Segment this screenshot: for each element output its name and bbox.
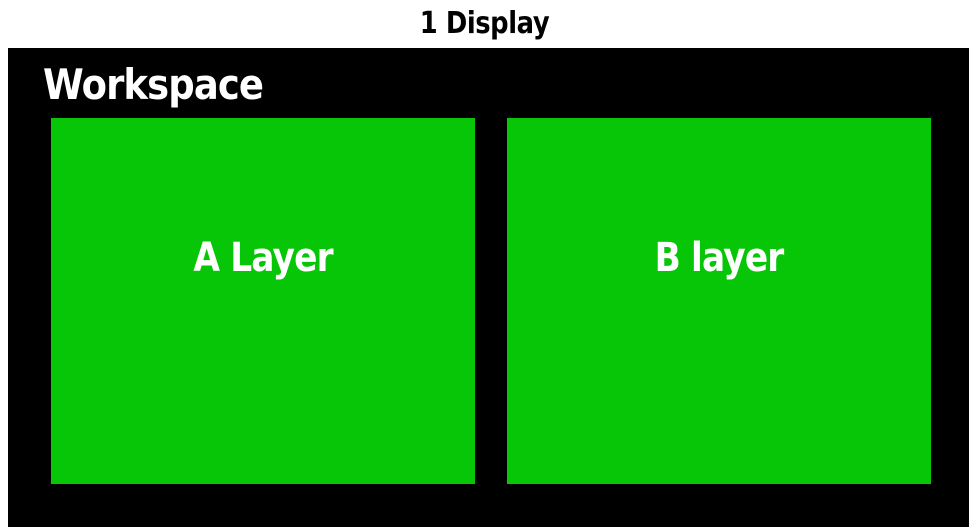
- display-title: 1 Display: [419, 6, 550, 41]
- layer-a-label: A Layer: [193, 235, 333, 281]
- diagram-canvas: 1 Display Workspace A Layer B layer: [0, 0, 969, 527]
- layer-b-label: B layer: [654, 235, 785, 281]
- workspace-label: Workspace: [43, 60, 264, 109]
- layer-a-box: A Layer: [51, 118, 475, 484]
- layer-b-box: B layer: [507, 118, 931, 484]
- workspace-container: Workspace A Layer B layer: [8, 48, 969, 527]
